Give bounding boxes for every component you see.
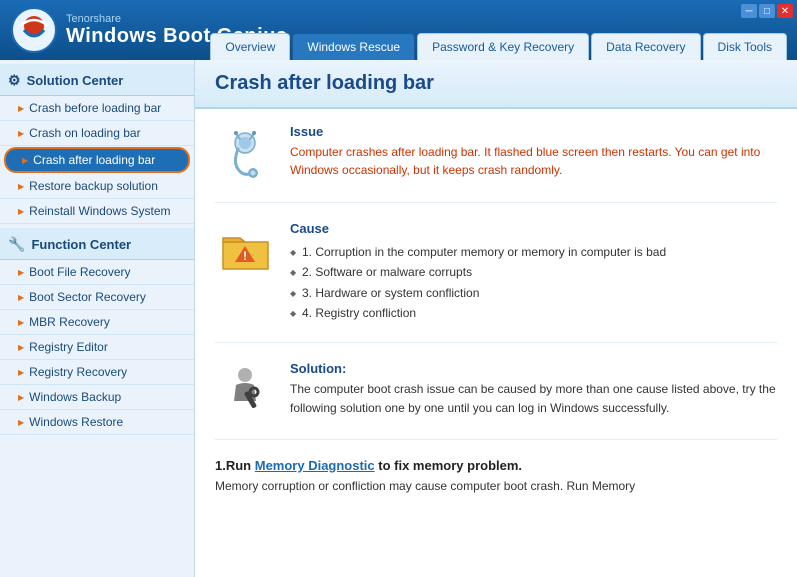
sidebar-item-reinstall-windows[interactable]: Reinstall Windows System — [0, 199, 194, 224]
step1-text: Memory corruption or confliction may cau… — [215, 477, 777, 496]
solution-text: The computer boot crash issue can be cau… — [290, 380, 777, 418]
tab-overview[interactable]: Overview — [210, 33, 290, 60]
sidebar-item-restore-backup[interactable]: Restore backup solution — [0, 174, 194, 199]
cause-item-1: 1. Corruption in the computer memory or … — [290, 242, 777, 262]
solution-label: Solution: — [290, 361, 777, 376]
cause-item-2: 2. Software or malware corrupts — [290, 262, 777, 282]
issue-text: Computer crashes after loading bar. It f… — [290, 143, 777, 179]
title-bar: Tenorshare Windows Boot Genius Overview … — [0, 0, 797, 60]
solution-center-icon: ⚙ — [8, 72, 21, 89]
sidebar-item-crash-before[interactable]: Crash before loading bar — [0, 96, 194, 121]
memory-diagnostic-link[interactable]: Memory Diagnostic — [255, 458, 375, 473]
window-controls: ─ □ ✕ — [741, 4, 793, 18]
tab-data-recovery[interactable]: Data Recovery — [591, 33, 700, 60]
main-layout: ⚙ Solution Center Crash before loading b… — [0, 60, 797, 577]
cause-content: Cause 1. Corruption in the computer memo… — [290, 221, 777, 324]
step1-section: 1.Run Memory Diagnostic to fix memory pr… — [215, 458, 777, 496]
minimize-button[interactable]: ─ — [741, 4, 757, 18]
content-area: Crash after loading bar — [195, 60, 797, 577]
sidebar-item-windows-restore[interactable]: Windows Restore — [0, 410, 194, 435]
solution-content: Solution: The computer boot crash issue … — [290, 361, 777, 418]
company-name: Tenorshare — [66, 13, 288, 25]
content-header: Crash after loading bar — [195, 60, 797, 109]
nav-tabs: Overview Windows Rescue Password & Key R… — [210, 33, 787, 60]
sidebar-item-registry-recovery[interactable]: Registry Recovery — [0, 360, 194, 385]
solution-center-header: ⚙ Solution Center — [0, 64, 194, 96]
sidebar-item-registry-editor[interactable]: Registry Editor — [0, 335, 194, 360]
sidebar-item-crash-on[interactable]: Crash on loading bar — [0, 121, 194, 146]
cause-item-3: 3. Hardware or system confliction — [290, 283, 777, 303]
content-title: Crash after loading bar — [215, 72, 777, 95]
function-center-header: 🔧 Function Center — [0, 228, 194, 260]
tab-password-recovery[interactable]: Password & Key Recovery — [417, 33, 589, 60]
sidebar-item-mbr-recovery[interactable]: MBR Recovery — [0, 310, 194, 335]
cause-section: ! Cause 1. Corruption in the computer me… — [215, 221, 777, 343]
cause-label: Cause — [290, 221, 777, 236]
folder-warning-icon: ! — [215, 221, 275, 281]
sidebar-item-windows-backup[interactable]: Windows Backup — [0, 385, 194, 410]
sidebar-item-crash-after[interactable]: Crash after loading bar — [4, 147, 190, 173]
sidebar-item-boot-file[interactable]: Boot File Recovery — [0, 260, 194, 285]
app-logo — [10, 6, 58, 54]
cause-item-4: 4. Registry confliction — [290, 303, 777, 323]
solution-center-label: Solution Center — [27, 73, 124, 88]
sidebar: ⚙ Solution Center Crash before loading b… — [0, 60, 195, 577]
tab-windows-rescue[interactable]: Windows Rescue — [292, 33, 415, 60]
maximize-button[interactable]: □ — [759, 4, 775, 18]
issue-label: Issue — [290, 124, 777, 139]
solution-section: Solution: The computer boot crash issue … — [215, 361, 777, 440]
cause-list: 1. Corruption in the computer memory or … — [290, 242, 777, 324]
svg-text:!: ! — [243, 249, 247, 263]
function-center-icon: 🔧 — [8, 236, 25, 253]
sidebar-item-boot-sector[interactable]: Boot Sector Recovery — [0, 285, 194, 310]
close-button[interactable]: ✕ — [777, 4, 793, 18]
content-body: Issue Computer crashes after loading bar… — [195, 109, 797, 511]
step1-label: 1.Run Memory Diagnostic to fix memory pr… — [215, 458, 777, 473]
function-center-label: Function Center — [31, 237, 131, 252]
stethoscope-icon — [215, 124, 275, 184]
wrench-icon — [215, 361, 275, 421]
issue-content: Issue Computer crashes after loading bar… — [290, 124, 777, 179]
issue-section: Issue Computer crashes after loading bar… — [215, 124, 777, 203]
tab-disk-tools[interactable]: Disk Tools — [703, 33, 787, 60]
